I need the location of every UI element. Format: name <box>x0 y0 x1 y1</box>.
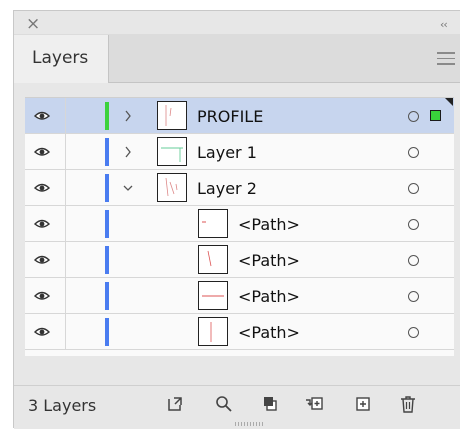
layer-row[interactable]: <Path> <box>25 278 454 314</box>
lock-toggle[interactable] <box>66 314 104 350</box>
trash-icon[interactable] <box>398 394 418 414</box>
search-icon[interactable] <box>214 394 234 414</box>
layer-color-bar <box>105 138 109 166</box>
chevron-right-icon[interactable] <box>121 143 135 161</box>
layer-row[interactable]: Layer 2 <box>25 170 454 206</box>
layer-name[interactable]: <Path> <box>238 323 300 342</box>
layer-row[interactable]: <Path> <box>25 314 454 350</box>
layer-name[interactable]: <Path> <box>238 251 300 270</box>
layer-color-bar <box>105 246 109 274</box>
visibility-eye-icon[interactable] <box>34 289 50 303</box>
layer-name[interactable]: <Path> <box>238 287 300 306</box>
lock-toggle[interactable] <box>66 242 104 278</box>
layer-thumbnail <box>198 245 228 274</box>
target-circle-icon[interactable] <box>408 291 419 302</box>
lock-toggle[interactable] <box>66 98 104 134</box>
layer-thumbnail <box>198 209 228 238</box>
layer-row[interactable]: <Path> <box>25 242 454 278</box>
layer-thumbnail <box>157 173 187 202</box>
layer-thumbnail <box>198 281 228 310</box>
target-circle-icon[interactable] <box>408 111 419 122</box>
chevron-right-icon[interactable] <box>121 107 135 125</box>
lock-toggle[interactable] <box>66 170 104 206</box>
tab-layers-label: Layers <box>32 48 89 68</box>
layer-name[interactable]: <Path> <box>238 215 300 234</box>
target-circle-icon[interactable] <box>408 327 419 338</box>
export-icon[interactable] <box>165 394 185 414</box>
layer-list: PROFILE Layer 1 Layer 2 <Path> <Path> <Path> <… <box>25 97 454 356</box>
collapse-icon[interactable]: ‹‹ <box>440 18 448 31</box>
visibility-eye-icon[interactable] <box>34 145 50 159</box>
layers-panel: × ‹‹ Layers PROFILE Layer 1 Layer 2 <Path> <… <box>0 0 460 429</box>
target-circle-icon[interactable] <box>408 147 419 158</box>
target-circle-icon[interactable] <box>408 219 419 230</box>
layer-thumbnail <box>198 317 228 346</box>
status-bar: 3 Layers <box>14 385 460 429</box>
lock-toggle[interactable] <box>66 206 104 242</box>
target-circle-icon[interactable] <box>408 183 419 194</box>
layer-name[interactable]: Layer 1 <box>197 143 257 162</box>
layer-color-bar <box>105 174 109 202</box>
new-layer-icon[interactable] <box>353 394 373 414</box>
chevron-down-icon[interactable] <box>121 179 135 197</box>
visibility-eye-icon[interactable] <box>34 181 50 195</box>
clipping-mask-icon[interactable] <box>260 394 280 414</box>
layer-row[interactable]: <Path> <box>25 206 454 242</box>
visibility-eye-icon[interactable] <box>34 253 50 267</box>
visibility-eye-icon[interactable] <box>34 325 50 339</box>
panel-menu-icon[interactable] <box>437 52 455 65</box>
layer-thumbnail <box>157 137 187 166</box>
layer-count: 3 Layers <box>28 396 97 415</box>
target-circle-icon[interactable] <box>408 255 419 266</box>
layer-color-bar <box>105 210 109 238</box>
lock-toggle[interactable] <box>66 134 104 170</box>
layer-thumbnail <box>157 101 187 130</box>
selected-art-indicator[interactable] <box>430 110 441 121</box>
layer-row[interactable]: PROFILE <box>25 98 454 134</box>
visibility-eye-icon[interactable] <box>34 217 50 231</box>
layer-color-bar <box>105 282 109 310</box>
tab-layers[interactable]: Layers <box>14 35 109 83</box>
sublayer-icon[interactable] <box>304 394 324 414</box>
close-icon[interactable]: × <box>26 16 40 33</box>
layer-color-bar <box>105 102 109 130</box>
layer-name[interactable]: Layer 2 <box>197 179 257 198</box>
current-layer-corner-icon <box>445 98 453 106</box>
layer-row[interactable]: Layer 1 <box>25 134 454 170</box>
resize-grip[interactable] <box>235 422 265 426</box>
visibility-eye-icon[interactable] <box>34 109 50 123</box>
layer-color-bar <box>105 318 109 346</box>
lock-toggle[interactable] <box>66 278 104 314</box>
layer-name[interactable]: PROFILE <box>197 107 263 126</box>
